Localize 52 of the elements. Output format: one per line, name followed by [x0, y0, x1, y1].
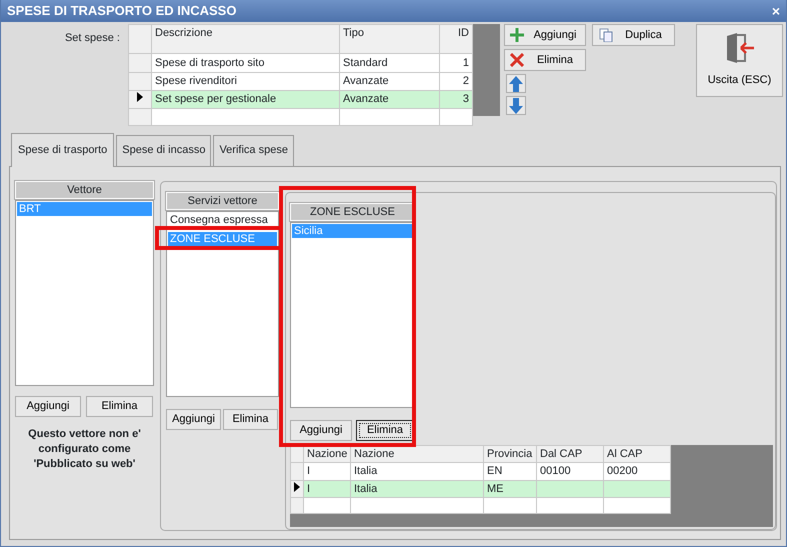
table-cell: 00200	[604, 462, 670, 480]
list-header: Servizi vettore	[166, 192, 279, 210]
column-header: Al CAP	[604, 445, 670, 462]
table-cell: EN	[484, 462, 536, 480]
tab[interactable]: Spese di incasso	[116, 135, 212, 166]
add-button[interactable]: Aggiungi	[166, 408, 221, 430]
field-label: Set spese :	[64, 31, 121, 46]
add-button[interactable]: Aggiungi	[290, 420, 352, 440]
down-arrow-icon	[509, 98, 523, 114]
plus-icon	[510, 28, 524, 42]
table-cell: Avanzate	[340, 72, 440, 90]
copy-icon	[598, 28, 612, 42]
table-cell: Spese di trasporto sito	[152, 54, 340, 72]
delete-button[interactable]: Elimina	[504, 49, 586, 71]
table-cell: ME	[484, 480, 536, 498]
down-button[interactable]	[506, 96, 526, 115]
up-button[interactable]	[506, 74, 526, 93]
warning-message: Questo vettore non e' configurato come 'Pubblicato su web'	[27, 426, 142, 472]
up-arrow-icon	[509, 76, 523, 92]
row-pointer-icon	[137, 92, 143, 102]
column-header: Tipo	[340, 24, 440, 54]
add-button[interactable]: Aggiungi	[504, 24, 586, 46]
window-title: SPESE DI TRASPORTO ED INCASSO	[7, 2, 236, 20]
close-icon	[510, 53, 524, 67]
exit-door-icon	[724, 32, 754, 64]
column-header: Dal CAP	[536, 445, 604, 462]
column-header: Nazione	[350, 445, 484, 462]
table-cell: Standard	[340, 54, 440, 72]
delete-button[interactable]: Elimina	[86, 396, 153, 416]
table-cell: Spese rivenditori	[152, 72, 340, 90]
column-header: Provincia	[484, 445, 536, 462]
table-cell: 00100	[536, 462, 604, 480]
column-header: ID	[440, 24, 472, 54]
table-cell: 3	[440, 90, 472, 109]
delete-button[interactable]: Elimina	[223, 408, 278, 430]
list-header: Vettore	[15, 180, 154, 198]
table-cell: Avanzate	[340, 90, 440, 109]
duplicate-button[interactable]: Duplica	[592, 24, 675, 46]
table-cell: Italia	[350, 480, 484, 498]
exit-button[interactable]: Uscita (ESC)	[696, 24, 783, 97]
delete-button[interactable]: Elimina	[356, 420, 414, 440]
column-header: Descrizione	[152, 24, 340, 54]
tab[interactable]: Spese di trasporto	[11, 133, 114, 166]
tab[interactable]: Verifica spese	[213, 135, 294, 166]
list-header: ZONE ESCLUSE	[290, 202, 415, 220]
table-cell: Set spese per gestionale	[152, 90, 340, 109]
close-button[interactable]: ×	[772, 4, 780, 18]
add-button[interactable]: Aggiungi	[15, 396, 81, 416]
table-cell: Italia	[350, 462, 484, 480]
table-cell: I	[304, 480, 350, 498]
table-cell: I	[304, 462, 350, 480]
list-item[interactable]: Consegna espressa	[168, 212, 277, 226]
